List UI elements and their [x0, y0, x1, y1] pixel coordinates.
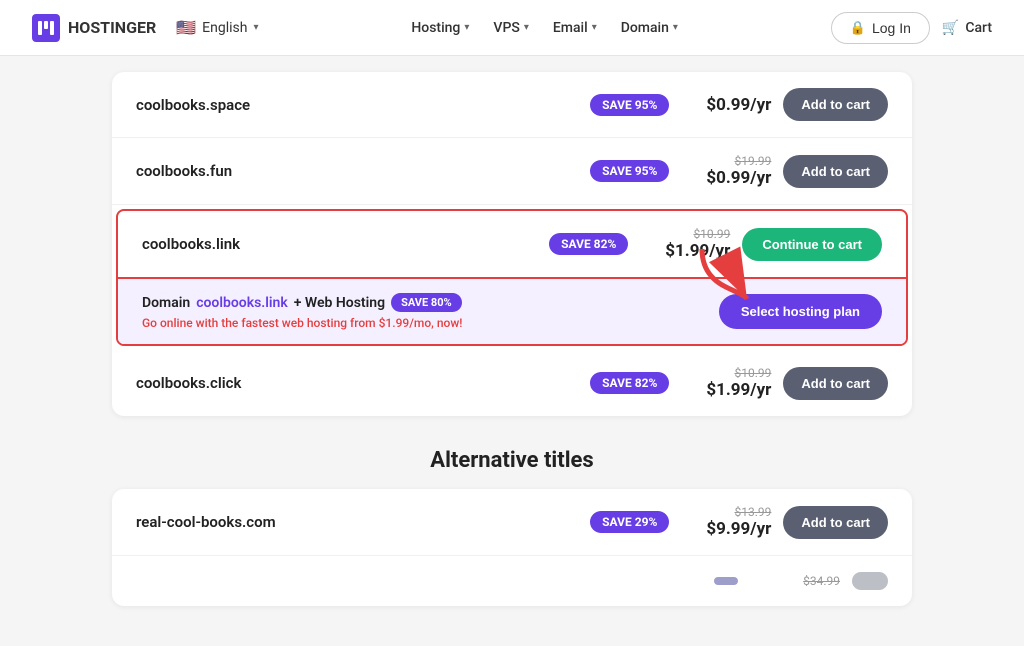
alt-price-0: $13.99 $9.99/yr: [681, 505, 771, 539]
add-to-cart-click[interactable]: Add to cart: [783, 367, 888, 400]
alt-row-real-cool-books: real-cool-books.com SAVE 29% $13.99 $9.9…: [112, 489, 912, 556]
alt-new-price-0: $9.99/yr: [706, 519, 771, 539]
alt-old-price-0: $13.99: [734, 505, 771, 519]
login-label: Log In: [872, 20, 911, 36]
main-content: coolbooks.space SAVE 95% $0.99/yr Add to…: [32, 56, 992, 646]
logo-icon: [32, 14, 60, 42]
alternative-titles-table: real-cool-books.com SAVE 29% $13.99 $9.9…: [112, 489, 912, 606]
bundle-prefix: Domain: [142, 295, 190, 311]
lang-chevron-icon: ▾: [253, 22, 258, 33]
language-selector[interactable]: 🇺🇸 English ▾: [176, 18, 258, 37]
domain-name-link: coolbooks.link: [142, 235, 537, 253]
red-arrow-icon: [692, 239, 762, 309]
domain-row-fun: coolbooks.fun SAVE 95% $19.99 $0.99/yr A…: [112, 138, 912, 205]
nav-hosting-label: Hosting: [411, 20, 460, 36]
bundle-title: Domain coolbooks.link + Web Hosting SAVE…: [142, 293, 462, 312]
new-price-click: $1.99/yr: [706, 380, 771, 400]
add-to-cart-space[interactable]: Add to cart: [783, 88, 888, 121]
cart-label: Cart: [965, 20, 992, 36]
bundle-action: Select hosting plan: [719, 294, 882, 329]
old-price-fun: $19.99: [734, 154, 771, 168]
alt-add-to-cart-1[interactable]: [852, 572, 888, 590]
lock-icon: 🔒: [850, 20, 866, 36]
new-price-fun: $0.99/yr: [706, 168, 771, 188]
add-to-cart-fun[interactable]: Add to cart: [783, 155, 888, 188]
email-chevron-icon: ▾: [592, 22, 597, 33]
cart-icon: 🛒: [942, 20, 959, 36]
domain-row-link: coolbooks.link SAVE 82% $10.99 $1.99/yr …: [118, 211, 906, 277]
domain-results-table: coolbooks.space SAVE 95% $0.99/yr Add to…: [112, 72, 912, 416]
bundle-domain-link: coolbooks.link: [196, 295, 288, 311]
nav-hosting[interactable]: Hosting ▾: [411, 20, 469, 36]
alt-price-1: $34.99: [750, 574, 840, 588]
domain-row-click: coolbooks.click SAVE 82% $10.99 $1.99/yr…: [112, 350, 912, 416]
price-click: $10.99 $1.99/yr: [681, 366, 771, 400]
alt-row-1: $34.99: [112, 556, 912, 606]
alternative-titles-heading: Alternative titles: [112, 448, 912, 473]
old-price-click: $10.99: [734, 366, 771, 380]
alt-add-to-cart-0[interactable]: Add to cart: [783, 506, 888, 539]
bundle-info: Domain coolbooks.link + Web Hosting SAVE…: [142, 293, 462, 330]
nav-domain[interactable]: Domain ▾: [621, 20, 678, 36]
badge-link: SAVE 82%: [549, 233, 628, 255]
domain-chevron-icon: ▾: [673, 22, 678, 33]
domain-row-link-wrapper: coolbooks.link SAVE 82% $10.99 $1.99/yr …: [116, 209, 908, 346]
nav-vps[interactable]: VPS ▾: [493, 20, 528, 36]
alt-old-price-1: $34.99: [803, 574, 840, 588]
badge-space: SAVE 95%: [590, 94, 669, 116]
price-fun: $19.99 $0.99/yr: [681, 154, 771, 188]
continue-to-cart-link[interactable]: Continue to cart: [742, 228, 882, 261]
navbar-left: HOSTINGER 🇺🇸 English ▾: [32, 14, 258, 42]
price-space: $0.99/yr: [681, 95, 771, 115]
bundle-subtitle: Go online with the fastest web hosting f…: [142, 316, 462, 330]
navbar: HOSTINGER 🇺🇸 English ▾ Hosting ▾ VPS ▾ E…: [0, 0, 1024, 56]
badge-fun: SAVE 95%: [590, 160, 669, 182]
alt-badge-0: SAVE 29%: [590, 511, 669, 533]
bundle-row: Domain coolbooks.link + Web Hosting SAVE…: [118, 277, 906, 344]
bundle-suffix: + Web Hosting: [294, 295, 385, 311]
domain-name-fun: coolbooks.fun: [136, 162, 578, 180]
logo-text: HOSTINGER: [68, 18, 156, 37]
nav-vps-label: VPS: [493, 20, 519, 36]
bundle-badge: SAVE 80%: [391, 293, 462, 312]
domain-name-space: coolbooks.space: [136, 96, 578, 114]
login-button[interactable]: 🔒 Log In: [831, 12, 930, 44]
language-label: English: [202, 20, 247, 36]
domain-row-space: coolbooks.space SAVE 95% $0.99/yr Add to…: [112, 72, 912, 138]
navbar-right: 🔒 Log In 🛒 Cart: [831, 12, 992, 44]
nav-email[interactable]: Email ▾: [553, 20, 597, 36]
new-price-space: $0.99/yr: [706, 95, 771, 115]
flag-icon: 🇺🇸: [176, 18, 196, 37]
nav-domain-label: Domain: [621, 20, 669, 36]
vps-chevron-icon: ▾: [524, 22, 529, 33]
alt-badge-1: [714, 577, 738, 585]
cart-button[interactable]: 🛒 Cart: [942, 20, 992, 36]
nav-email-label: Email: [553, 20, 588, 36]
alt-domain-name-0: real-cool-books.com: [136, 513, 578, 531]
navbar-nav: Hosting ▾ VPS ▾ Email ▾ Domain ▾: [411, 20, 678, 36]
hosting-chevron-icon: ▾: [464, 22, 469, 33]
domain-name-click: coolbooks.click: [136, 374, 578, 392]
badge-click: SAVE 82%: [590, 372, 669, 394]
logo[interactable]: HOSTINGER: [32, 14, 156, 42]
